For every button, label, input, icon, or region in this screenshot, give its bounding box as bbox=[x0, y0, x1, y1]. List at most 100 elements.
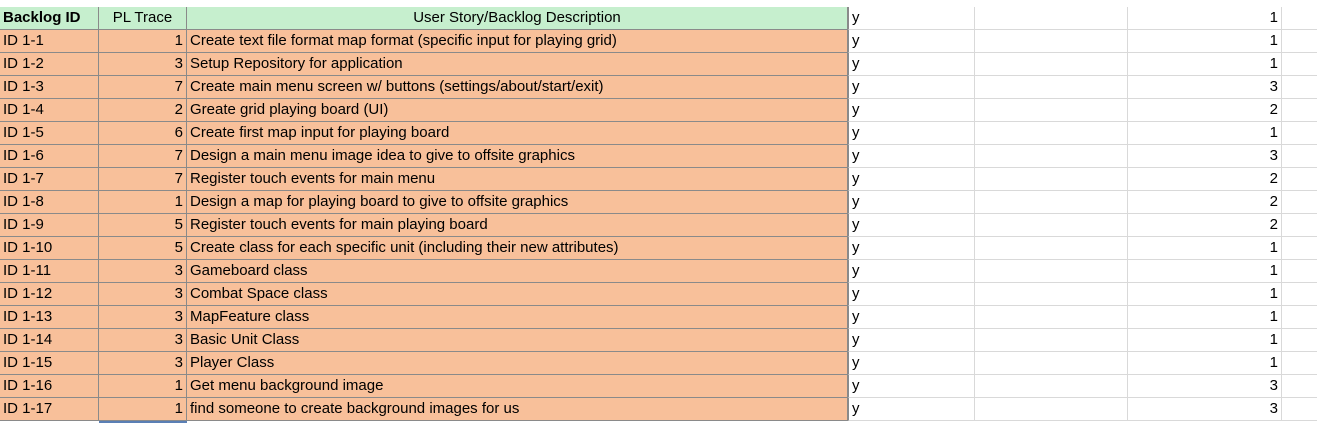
description-cell[interactable]: Get menu background image bbox=[187, 375, 848, 398]
pl-trace-cell[interactable]: 3 bbox=[99, 283, 187, 306]
approved-cell[interactable]: y bbox=[848, 329, 975, 352]
priority-cell[interactable]: 3 bbox=[1128, 76, 1282, 99]
priority-cell[interactable]: 1 bbox=[1128, 30, 1282, 53]
backlog-id-cell[interactable]: ID 1-16 bbox=[0, 375, 99, 398]
approved-cell[interactable]: y bbox=[848, 145, 975, 168]
backlog-id-cell[interactable]: ID 1-1 bbox=[0, 30, 99, 53]
backlog-id-cell[interactable]: ID 1-15 bbox=[0, 352, 99, 375]
description-cell[interactable]: MapFeature class bbox=[187, 306, 848, 329]
approved-cell[interactable]: y bbox=[848, 53, 975, 76]
backlog-id-cell[interactable]: ID 1-12 bbox=[0, 283, 99, 306]
backlog-id-cell[interactable]: ID 1-10 bbox=[0, 237, 99, 260]
pl-trace-cell[interactable]: 1 bbox=[99, 398, 187, 421]
description-cell[interactable]: Design a main menu image idea to give to… bbox=[187, 145, 848, 168]
empty-cell[interactable] bbox=[1282, 283, 1317, 306]
empty-cell[interactable] bbox=[1282, 237, 1317, 260]
sprint-cell[interactable] bbox=[975, 214, 1128, 237]
description-cell[interactable]: Create first map input for playing board bbox=[187, 122, 848, 145]
empty-cell[interactable] bbox=[1282, 260, 1317, 283]
approved-cell[interactable]: y bbox=[848, 99, 975, 122]
header-priority-cell[interactable]: 1 bbox=[1128, 7, 1282, 30]
priority-cell[interactable]: 3 bbox=[1128, 145, 1282, 168]
backlog-id-cell[interactable]: ID 1-4 bbox=[0, 99, 99, 122]
sprint-cell[interactable] bbox=[975, 375, 1128, 398]
empty-cell[interactable] bbox=[1282, 30, 1317, 53]
sprint-cell[interactable] bbox=[975, 53, 1128, 76]
backlog-id-cell[interactable]: ID 1-2 bbox=[0, 53, 99, 76]
sprint-cell[interactable] bbox=[975, 237, 1128, 260]
sprint-cell[interactable] bbox=[975, 99, 1128, 122]
pl-trace-cell[interactable]: 3 bbox=[99, 352, 187, 375]
sprint-cell[interactable] bbox=[975, 122, 1128, 145]
backlog-id-cell[interactable]: ID 1-8 bbox=[0, 191, 99, 214]
backlog-id-cell[interactable]: ID 1-6 bbox=[0, 145, 99, 168]
pl-trace-cell[interactable]: 3 bbox=[99, 329, 187, 352]
priority-cell[interactable]: 1 bbox=[1128, 283, 1282, 306]
description-cell[interactable]: Gameboard class bbox=[187, 260, 848, 283]
backlog-id-cell[interactable]: ID 1-13 bbox=[0, 306, 99, 329]
header-backlog-id[interactable]: Backlog ID bbox=[0, 7, 99, 30]
pl-trace-cell[interactable]: 7 bbox=[99, 145, 187, 168]
approved-cell[interactable]: y bbox=[848, 352, 975, 375]
sprint-cell[interactable] bbox=[975, 168, 1128, 191]
pl-trace-cell[interactable]: 5 bbox=[99, 237, 187, 260]
header-extra-cell[interactable] bbox=[1282, 7, 1317, 30]
empty-cell[interactable] bbox=[1282, 99, 1317, 122]
empty-cell[interactable] bbox=[1282, 306, 1317, 329]
approved-cell[interactable]: y bbox=[848, 398, 975, 421]
empty-cell[interactable] bbox=[1282, 168, 1317, 191]
pl-trace-cell[interactable]: 5 bbox=[99, 214, 187, 237]
sprint-cell[interactable] bbox=[975, 191, 1128, 214]
sprint-cell[interactable] bbox=[975, 76, 1128, 99]
priority-cell[interactable]: 1 bbox=[1128, 260, 1282, 283]
sprint-cell[interactable] bbox=[975, 398, 1128, 421]
priority-cell[interactable]: 1 bbox=[1128, 53, 1282, 76]
approved-cell[interactable]: y bbox=[848, 30, 975, 53]
description-cell[interactable]: Setup Repository for application bbox=[187, 53, 848, 76]
approved-cell[interactable]: y bbox=[848, 237, 975, 260]
approved-cell[interactable]: y bbox=[848, 214, 975, 237]
pl-trace-cell[interactable]: 1 bbox=[99, 375, 187, 398]
empty-cell[interactable] bbox=[1282, 329, 1317, 352]
priority-cell[interactable]: 1 bbox=[1128, 122, 1282, 145]
description-cell[interactable]: Create main menu screen w/ buttons (sett… bbox=[187, 76, 848, 99]
approved-cell[interactable]: y bbox=[848, 283, 975, 306]
header-approved-cell[interactable]: y bbox=[848, 7, 975, 30]
header-sprint-cell[interactable] bbox=[975, 7, 1128, 30]
approved-cell[interactable]: y bbox=[848, 122, 975, 145]
description-cell[interactable]: Register touch events for main playing b… bbox=[187, 214, 848, 237]
approved-cell[interactable]: y bbox=[848, 76, 975, 99]
priority-cell[interactable]: 2 bbox=[1128, 191, 1282, 214]
empty-cell[interactable] bbox=[1282, 76, 1317, 99]
sprint-cell[interactable] bbox=[975, 260, 1128, 283]
sprint-cell[interactable] bbox=[975, 352, 1128, 375]
pl-trace-cell[interactable]: 3 bbox=[99, 260, 187, 283]
empty-cell[interactable] bbox=[1282, 53, 1317, 76]
header-pl-trace[interactable]: PL Trace bbox=[99, 7, 187, 30]
priority-cell[interactable]: 3 bbox=[1128, 398, 1282, 421]
empty-cell[interactable] bbox=[1282, 398, 1317, 421]
empty-cell[interactable] bbox=[1282, 191, 1317, 214]
backlog-id-cell[interactable]: ID 1-17 bbox=[0, 398, 99, 421]
sprint-cell[interactable] bbox=[975, 306, 1128, 329]
pl-trace-cell[interactable]: 1 bbox=[99, 30, 187, 53]
description-cell[interactable]: find someone to create background images… bbox=[187, 398, 848, 421]
empty-cell[interactable] bbox=[1282, 352, 1317, 375]
priority-cell[interactable]: 1 bbox=[1128, 352, 1282, 375]
priority-cell[interactable]: 1 bbox=[1128, 329, 1282, 352]
approved-cell[interactable]: y bbox=[848, 191, 975, 214]
description-cell[interactable]: Create class for each specific unit (inc… bbox=[187, 237, 848, 260]
backlog-id-cell[interactable]: ID 1-9 bbox=[0, 214, 99, 237]
backlog-id-cell[interactable]: ID 1-5 bbox=[0, 122, 99, 145]
approved-cell[interactable]: y bbox=[848, 306, 975, 329]
pl-trace-cell[interactable]: 6 bbox=[99, 122, 187, 145]
priority-cell[interactable]: 2 bbox=[1128, 214, 1282, 237]
pl-trace-cell[interactable]: 1 bbox=[99, 191, 187, 214]
description-cell[interactable]: Player Class bbox=[187, 352, 848, 375]
empty-cell[interactable] bbox=[1282, 122, 1317, 145]
backlog-id-cell[interactable]: ID 1-3 bbox=[0, 76, 99, 99]
description-cell[interactable]: Create text file format map format (spec… bbox=[187, 30, 848, 53]
sprint-cell[interactable] bbox=[975, 283, 1128, 306]
pl-trace-cell[interactable]: 3 bbox=[99, 306, 187, 329]
empty-cell[interactable] bbox=[1282, 214, 1317, 237]
